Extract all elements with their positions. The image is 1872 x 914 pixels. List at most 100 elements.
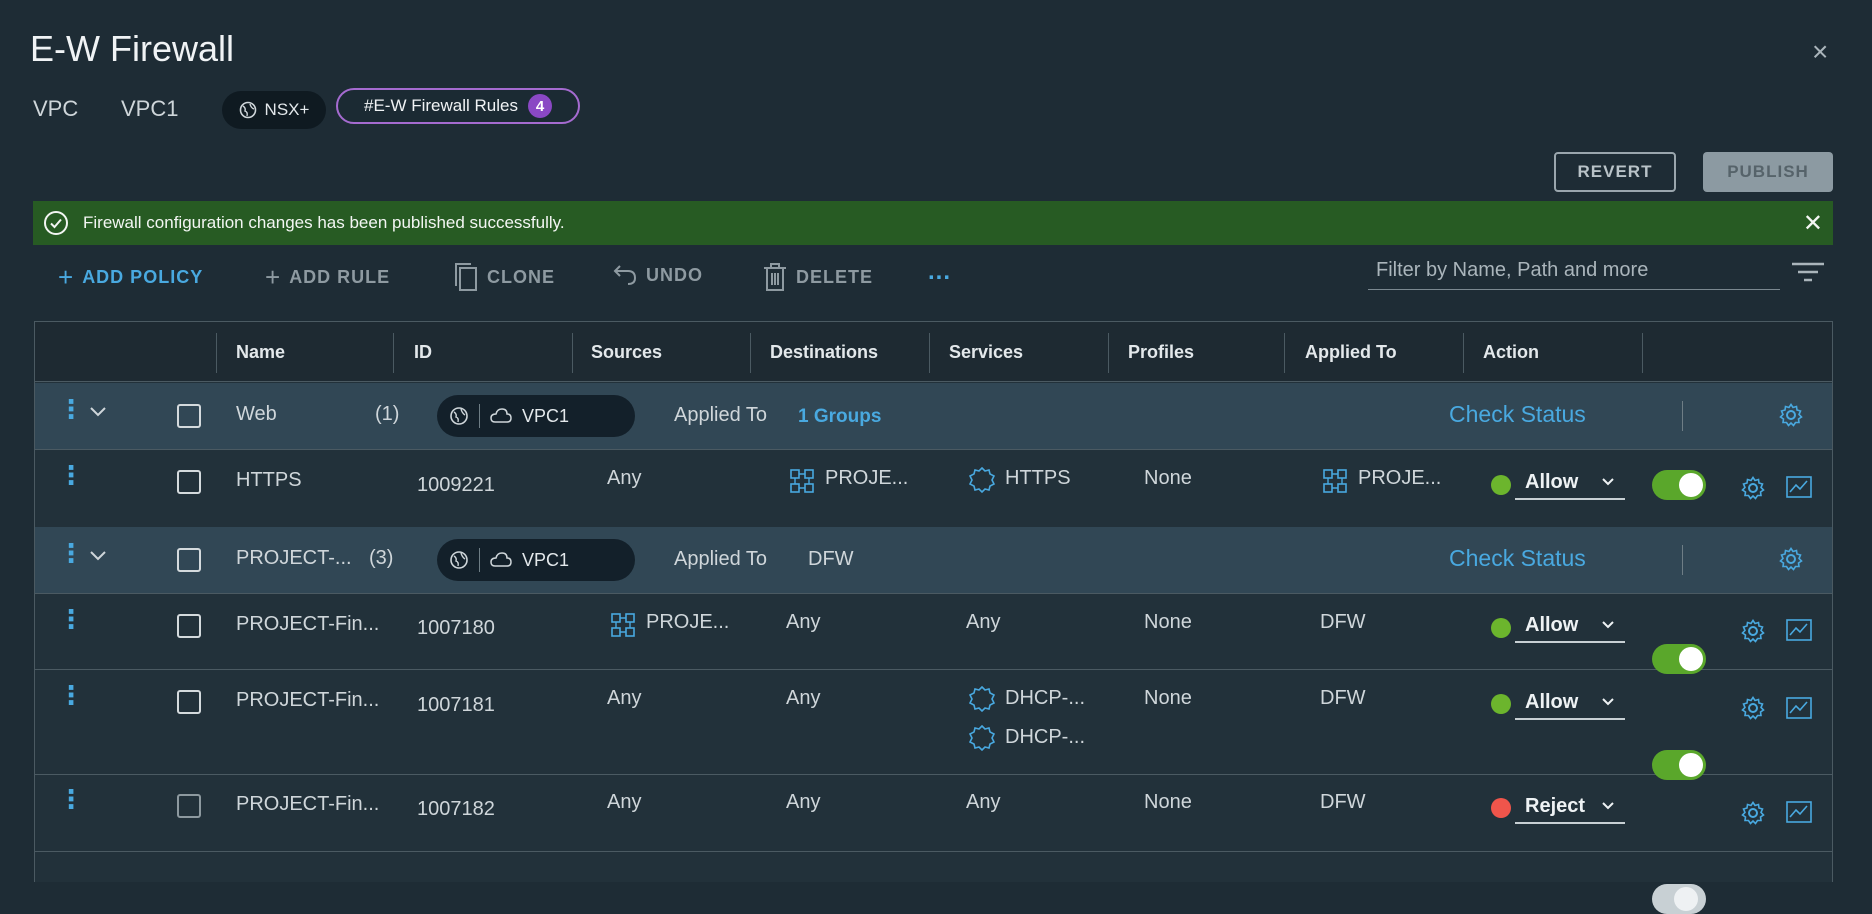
policy-rule-count: (1) [375, 403, 400, 425]
row-menu-icon[interactable]: ⋮ [58, 540, 84, 566]
col-separator [1642, 333, 1643, 373]
page-title: E-W Firewall [30, 28, 234, 69]
more-actions-button[interactable]: ... [928, 258, 951, 286]
policy-checkbox[interactable] [177, 548, 201, 572]
policy-scope-name: VPC1 [522, 405, 570, 426]
rule-service[interactable]: HTTPS [1005, 467, 1071, 490]
col-header-profiles[interactable]: Profiles [1128, 342, 1194, 363]
filter-icon[interactable] [1790, 260, 1826, 284]
stats-chart-icon[interactable] [1786, 801, 1812, 823]
gear-icon[interactable] [1741, 696, 1765, 720]
row-menu-icon[interactable]: ⋮ [58, 396, 84, 422]
policy-checkbox[interactable] [177, 404, 201, 428]
applied-to-label: Applied To [674, 404, 768, 426]
undo-button[interactable]: UNDO [612, 262, 703, 288]
col-separator [1284, 333, 1285, 373]
rule-checkbox[interactable] [177, 470, 201, 494]
col-header-action[interactable]: Action [1483, 342, 1539, 363]
rule-service[interactable]: Any [966, 611, 1000, 634]
policy-scope-pill[interactable]: VPC1 [437, 395, 635, 437]
rule-service[interactable]: Any [966, 791, 1000, 814]
gear-icon[interactable] [1741, 619, 1765, 643]
chevron-down-icon[interactable] [88, 549, 108, 563]
gear-icon[interactable] [1779, 547, 1803, 571]
col-header-id[interactable]: ID [414, 342, 432, 363]
allow-status-dot [1491, 618, 1511, 638]
col-separator [929, 333, 930, 373]
rule-enabled-toggle[interactable] [1652, 884, 1706, 914]
close-icon[interactable]: × [1812, 36, 1828, 68]
add-policy-button[interactable]: + ADD POLICY [58, 262, 203, 293]
check-status-link[interactable]: Check Status [1449, 545, 1586, 572]
nsx-scope-pill[interactable]: NSX+ [222, 91, 326, 129]
col-header-services[interactable]: Services [949, 342, 1023, 363]
row-menu-icon[interactable]: ⋮ [58, 682, 84, 708]
applied-to-value: DFW [808, 548, 854, 570]
chevron-down-icon[interactable] [88, 405, 108, 419]
breadcrumb-vpc-name[interactable]: VPC1 [121, 96, 178, 122]
col-separator [393, 333, 394, 373]
rule-name: PROJECT-Fin... [236, 613, 380, 635]
stats-chart-icon[interactable] [1786, 697, 1812, 719]
rule-enabled-toggle[interactable] [1652, 470, 1706, 500]
applied-to-groups-link[interactable]: 1 Groups [798, 406, 881, 428]
alert-message: Firewall configuration changes has been … [83, 213, 565, 232]
clone-label: CLONE [487, 266, 555, 287]
rule-profiles: None [1144, 791, 1192, 813]
rule-destinations[interactable]: PROJE... [825, 467, 908, 490]
firewall-rules-tag[interactable]: #E-W Firewall Rules 4 [336, 88, 580, 124]
policy-scope-pill[interactable]: VPC1 [437, 539, 635, 581]
stats-chart-icon[interactable] [1786, 619, 1812, 641]
gear-icon[interactable] [1779, 403, 1803, 427]
rule-checkbox[interactable] [177, 690, 201, 714]
cloud-icon [490, 552, 512, 568]
alert-close-icon[interactable]: ✕ [1803, 209, 1823, 238]
action-select[interactable]: Reject [1515, 790, 1625, 824]
row-menu-icon[interactable]: ⋮ [58, 606, 84, 632]
rule-applied-to[interactable]: DFW [1320, 611, 1366, 634]
revert-button[interactable]: REVERT [1554, 152, 1676, 192]
rule-applied-to[interactable]: DFW [1320, 791, 1366, 814]
col-header-applied-to[interactable]: Applied To [1305, 342, 1397, 363]
rule-sources[interactable]: Any [607, 467, 641, 490]
rule-service[interactable]: DHCP-... [1005, 687, 1085, 710]
rule-service[interactable]: DHCP-... [1005, 726, 1085, 749]
gear-icon[interactable] [1741, 476, 1765, 500]
breadcrumb-vpc-label: VPC [33, 96, 79, 121]
cloud-icon [490, 408, 512, 424]
publish-button[interactable]: PUBLISH [1703, 152, 1833, 192]
gear-icon[interactable] [1741, 801, 1765, 825]
add-rule-button[interactable]: + ADD RULE [265, 262, 390, 293]
action-select[interactable]: Allow [1515, 609, 1625, 643]
rule-applied-to[interactable]: PROJE... [1358, 467, 1441, 490]
rule-destinations[interactable]: Any [786, 687, 820, 710]
rule-destinations[interactable]: Any [786, 611, 820, 634]
stats-chart-icon[interactable] [1786, 476, 1812, 498]
rule-sources[interactable]: Any [607, 791, 641, 814]
rule-sources[interactable]: Any [607, 687, 641, 710]
col-header-sources[interactable]: Sources [591, 342, 662, 363]
add-rule-label: ADD RULE [289, 267, 391, 287]
rule-applied-to[interactable]: DFW [1320, 687, 1366, 710]
filter-input[interactable]: Filter by Name, Path and more [1368, 252, 1780, 290]
clone-button[interactable]: CLONE [453, 262, 555, 292]
col-header-destinations[interactable]: Destinations [770, 342, 878, 363]
rule-checkbox[interactable] [177, 794, 201, 818]
check-circle-icon [43, 210, 69, 236]
col-header-name[interactable]: Name [236, 342, 285, 363]
action-select[interactable]: Allow [1515, 686, 1625, 720]
rule-checkbox[interactable] [177, 614, 201, 638]
delete-button[interactable]: DELETE [762, 262, 873, 292]
rule-name: HTTPS [236, 469, 302, 491]
row-menu-icon[interactable]: ⋮ [58, 786, 84, 812]
rule-profiles: None [1144, 611, 1192, 633]
rule-destinations[interactable]: Any [786, 791, 820, 814]
action-select[interactable]: Allow [1515, 466, 1625, 500]
rule-sources[interactable]: PROJE... [646, 611, 729, 634]
group-icon [790, 469, 814, 493]
chevron-down-icon [1601, 801, 1615, 811]
check-status-link[interactable]: Check Status [1449, 401, 1586, 428]
action-value: Allow [1525, 690, 1579, 713]
service-icon [969, 686, 995, 712]
row-menu-icon[interactable]: ⋮ [58, 462, 84, 488]
